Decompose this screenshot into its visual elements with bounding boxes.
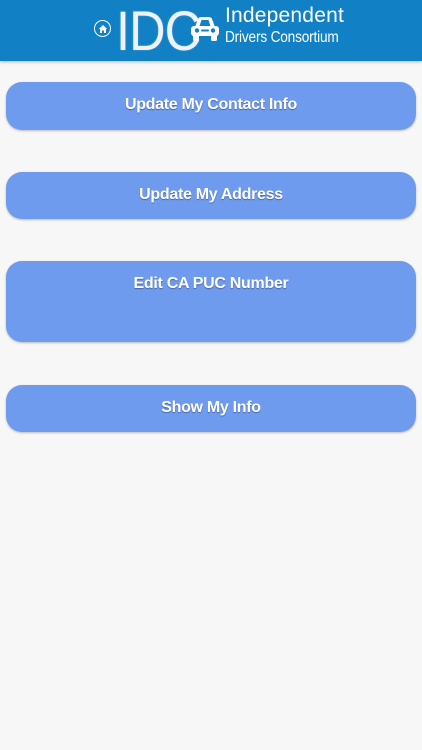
edit-ca-puc-number-button[interactable]: Edit CA PUC Number xyxy=(6,261,416,342)
home-icon[interactable] xyxy=(94,20,111,37)
tagline-line-1: Independent xyxy=(225,4,344,27)
update-contact-info-button[interactable]: Update My Contact Info xyxy=(6,82,416,130)
tagline-line-2: Drivers Consortium xyxy=(225,29,339,46)
app-header: IDC Independent Drivers Consortium xyxy=(0,0,422,61)
car-icon xyxy=(191,17,219,41)
update-address-button[interactable]: Update My Address xyxy=(6,172,416,219)
tagline: Independent Drivers Consortium xyxy=(225,4,354,48)
app-screen: IDC Independent Drivers Consortium Updat… xyxy=(0,0,422,750)
show-my-info-button[interactable]: Show My Info xyxy=(6,385,416,432)
